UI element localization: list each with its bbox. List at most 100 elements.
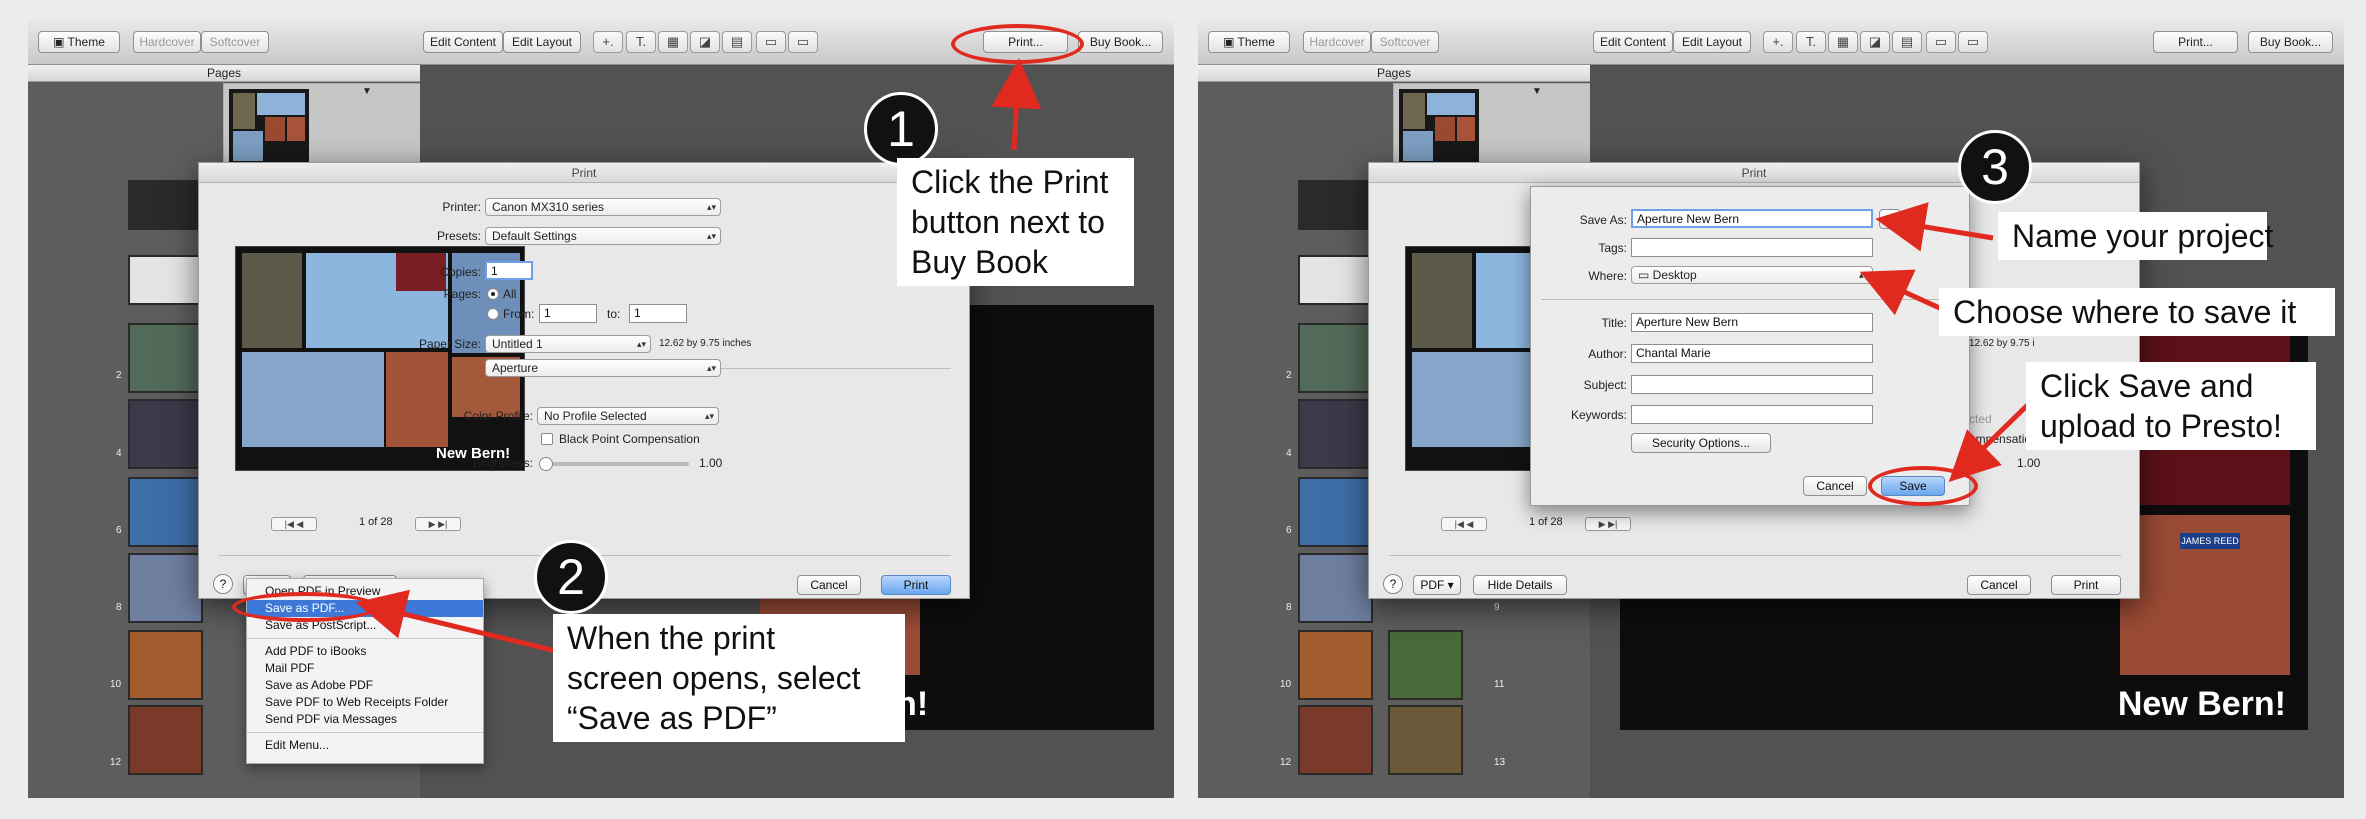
page-thumbnail[interactable] (1298, 705, 1373, 775)
print-button[interactable]: Print... (2153, 31, 2238, 53)
title-field[interactable]: Aperture New Bern (1631, 313, 1873, 332)
pages-all-radio[interactable] (487, 288, 499, 300)
cancel-button[interactable]: Cancel (797, 575, 861, 595)
printer-popup[interactable]: Canon MX310 series ▴▾ (485, 198, 721, 216)
softcover-button[interactable]: Softcover (201, 31, 269, 53)
next-last-page-button[interactable]: ▶ ▶| (415, 517, 461, 531)
chevron-down-icon[interactable]: ▼ (362, 86, 372, 97)
page-thumbnail[interactable] (128, 630, 203, 700)
first-prev-page-button[interactable]: |◀ ◀ (271, 517, 317, 531)
map-icon[interactable]: ◪ (690, 31, 720, 53)
hardcover-button[interactable]: Hardcover (1303, 31, 1371, 53)
pages-range-radio[interactable] (487, 308, 499, 320)
hide-details-button[interactable]: Hide Details (1473, 575, 1567, 595)
tags-label: Tags: (1598, 241, 1627, 255)
buy-book-button[interactable]: Buy Book... (1078, 31, 1163, 53)
menu-item-send-via-messages[interactable]: Send PDF via Messages (247, 711, 483, 728)
add-button[interactable]: +. (593, 31, 623, 53)
page-number: 10 (1280, 679, 1292, 690)
page-thumbnail[interactable] (1298, 255, 1373, 305)
text-icon[interactable]: T. (626, 31, 656, 53)
color-profile-popup[interactable]: No Profile Selected ▴▾ (537, 407, 719, 425)
hardcover-button[interactable]: Hardcover (133, 31, 201, 53)
help-button[interactable]: ? (1383, 574, 1403, 594)
step-3-badge: 3 (1958, 130, 2032, 204)
view-single-icon[interactable]: ▭ (756, 31, 786, 53)
page-number: 11 (1494, 679, 1505, 690)
page-thumbnail[interactable] (128, 553, 203, 623)
text-icon[interactable]: T. (1796, 31, 1826, 53)
edit-content-button[interactable]: Edit Content (1593, 31, 1673, 53)
paper-size-popup[interactable]: Untitled 1 ▴▾ (485, 335, 651, 353)
save-pdf-sheet: Save As: Aperture New Bern ▾ Tags: Where… (1530, 186, 1970, 506)
page-thumbnail[interactable] (1298, 477, 1373, 547)
cancel-button[interactable]: Cancel (1803, 476, 1867, 496)
edit-content-button[interactable]: Edit Content (423, 31, 503, 53)
theme-button[interactable]: ▣ Theme (38, 31, 120, 53)
save-as-field[interactable]: Aperture New Bern (1631, 209, 1873, 228)
help-button[interactable]: ? (213, 574, 233, 594)
next-last-page-button[interactable]: ▶ ▶| (1585, 517, 1631, 531)
to-page-field[interactable]: 1 (629, 304, 687, 323)
add-button[interactable]: +. (1763, 31, 1793, 53)
page-thumbnail[interactable] (1298, 553, 1373, 623)
first-prev-page-button[interactable]: |◀ ◀ (1441, 517, 1487, 531)
updown-icon: ▴▾ (706, 202, 716, 212)
page-layout-icon[interactable]: ▤ (722, 31, 752, 53)
cover-image (1399, 89, 1479, 165)
view-spread-icon[interactable]: ▭ (1958, 31, 1988, 53)
softcover-button[interactable]: Softcover (1371, 31, 1439, 53)
print-confirm-button[interactable]: Print (881, 575, 951, 595)
app-section-popup[interactable]: Aperture ▴▾ (485, 359, 721, 377)
pdf-menu-button[interactable]: PDF ▾ (1413, 575, 1461, 595)
security-options-button[interactable]: Security Options... (1631, 433, 1771, 453)
chevron-down-icon[interactable]: ▼ (1532, 86, 1542, 97)
from-page-field[interactable]: 1 (539, 304, 597, 323)
copies-field[interactable]: 1 (485, 261, 533, 280)
page-thumbnail[interactable] (1388, 705, 1463, 775)
highlight-ring (232, 592, 378, 622)
cancel-button[interactable]: Cancel (1967, 575, 2031, 595)
edit-layout-button[interactable]: Edit Layout (1673, 31, 1751, 53)
brightness-slider[interactable] (545, 462, 689, 466)
keywords-field[interactable] (1631, 405, 1873, 424)
page-thumbnail[interactable] (128, 323, 203, 393)
menu-item-save-to-web-receipts[interactable]: Save PDF to Web Receipts Folder (247, 694, 483, 711)
page-thumbnail[interactable] (1298, 323, 1373, 393)
tags-field[interactable] (1631, 238, 1873, 257)
subject-field[interactable] (1631, 375, 1873, 394)
where-popup[interactable]: ▭ Desktop ▴▾ (1631, 266, 1873, 284)
page-thumbnail[interactable] (128, 399, 203, 469)
view-spread-icon[interactable]: ▭ (788, 31, 818, 53)
callout-text: screen opens, select (567, 660, 861, 696)
menu-item-mail-pdf[interactable]: Mail PDF (247, 660, 483, 677)
page-thumbnail[interactable] (128, 477, 203, 547)
brightness-knob[interactable] (539, 457, 553, 471)
menu-item-edit-menu[interactable]: Edit Menu... (247, 737, 483, 754)
page-thumbnail[interactable] (128, 180, 203, 230)
menu-item-save-as-adobe-pdf[interactable]: Save as Adobe PDF (247, 677, 483, 694)
menu-item-add-to-ibooks[interactable]: Add PDF to iBooks (247, 643, 483, 660)
expand-button[interactable]: ▾ (1879, 209, 1901, 229)
photo-box-icon[interactable]: ▦ (658, 31, 688, 53)
theme-button[interactable]: ▣ Theme (1208, 31, 1290, 53)
edit-layout-button[interactable]: Edit Layout (503, 31, 581, 53)
photo-box-icon[interactable]: ▦ (1828, 31, 1858, 53)
page-thumbnail[interactable] (1298, 180, 1373, 230)
page-thumbnail[interactable] (1298, 399, 1373, 469)
cover-thumbnail[interactable]: ▼ (1393, 83, 1593, 171)
print-confirm-button[interactable]: Print (2051, 575, 2121, 595)
page-thumbnail[interactable] (128, 705, 203, 775)
cover-thumbnail[interactable]: ▼ (223, 83, 423, 171)
bpc-checkbox[interactable] (541, 433, 553, 445)
view-single-icon[interactable]: ▭ (1926, 31, 1956, 53)
presets-popup[interactable]: Default Settings ▴▾ (485, 227, 721, 245)
page-thumbnail[interactable] (1388, 630, 1463, 700)
author-field[interactable]: Chantal Marie (1631, 344, 1873, 363)
page-layout-icon[interactable]: ▤ (1892, 31, 1922, 53)
buy-book-button[interactable]: Buy Book... (2248, 31, 2333, 53)
copies-label: Copies: (440, 265, 481, 279)
page-thumbnail[interactable] (1298, 630, 1373, 700)
page-thumbnail[interactable] (128, 255, 203, 305)
map-icon[interactable]: ◪ (1860, 31, 1890, 53)
